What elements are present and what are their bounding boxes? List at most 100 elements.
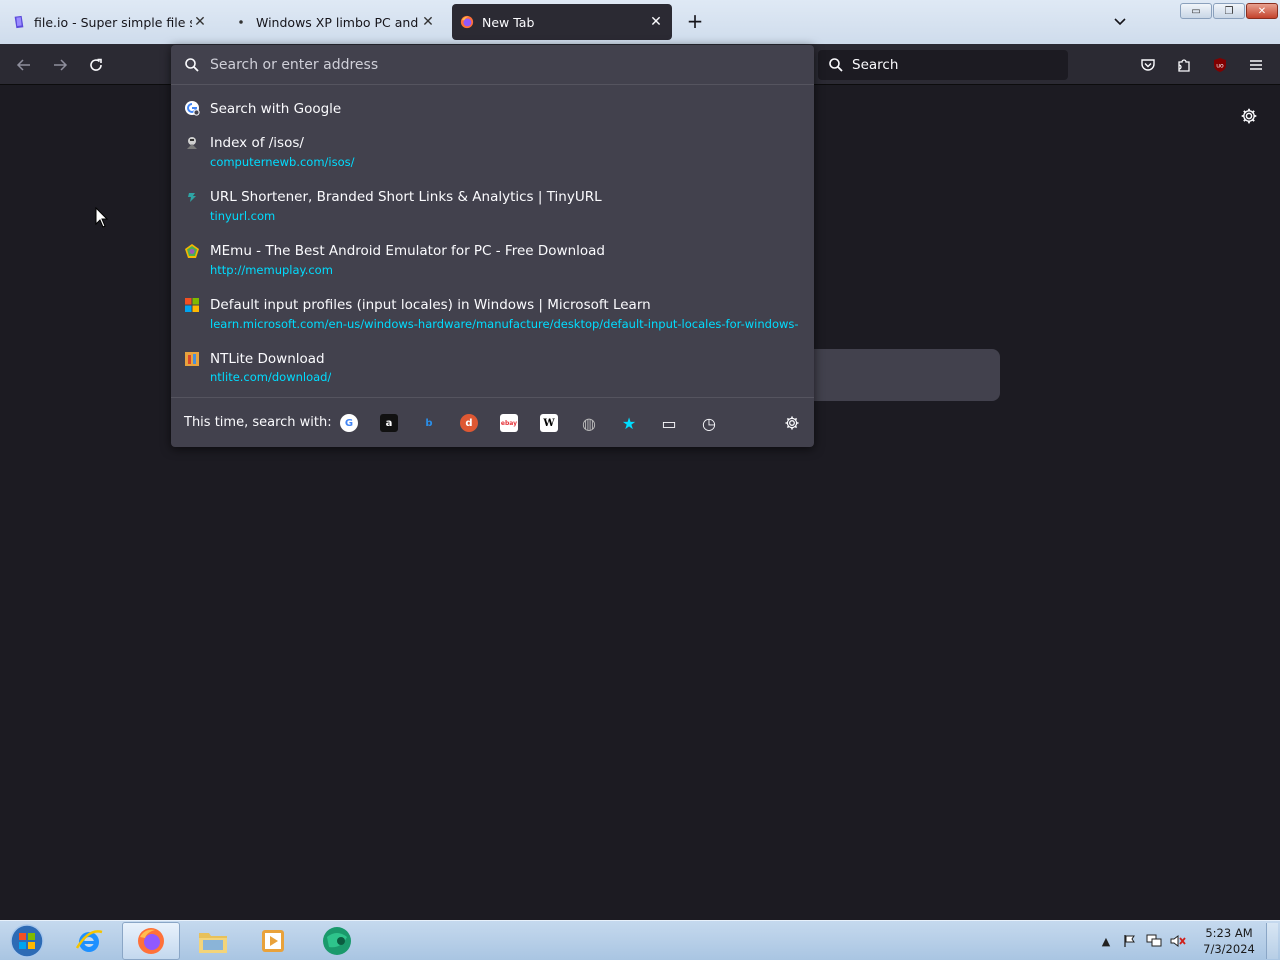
bookmarks-star-icon[interactable]: ★ bbox=[620, 413, 638, 433]
amazon-engine-glyph: a bbox=[385, 417, 393, 429]
address-bar-dropdown: Search or enter address Search with Goog… bbox=[171, 45, 814, 447]
clock-date: 7/3/2024 bbox=[1203, 942, 1255, 956]
urlbar-result[interactable]: MEmu - The Best Android Emulator for PC … bbox=[171, 237, 814, 289]
svg-text:uo: uo bbox=[1216, 63, 1224, 70]
tabs-icon[interactable]: ▭ bbox=[660, 413, 678, 433]
urlbar-result[interactable]: Index of /isos/ computernewb.com/isos/ bbox=[171, 129, 814, 181]
duckduckgo-engine-icon[interactable]: d bbox=[460, 414, 478, 432]
hamburger-menu-icon bbox=[1250, 60, 1262, 70]
result-url: tinyurl.com bbox=[210, 209, 276, 223]
duckduckgo-engine-glyph: d bbox=[465, 417, 473, 429]
google-icon bbox=[185, 101, 200, 116]
taskbar-file-explorer[interactable] bbox=[184, 922, 242, 960]
search-bar-label: Search bbox=[852, 57, 899, 73]
back-button[interactable] bbox=[11, 52, 37, 78]
urlbar-result[interactable]: Default input profiles (input locales) i… bbox=[171, 291, 814, 343]
action-center-flag-icon[interactable] bbox=[1122, 933, 1138, 949]
urlbar-result-search-google[interactable]: Search with Google bbox=[171, 89, 814, 127]
microsoft-icon bbox=[185, 298, 199, 312]
result-url: ntlite.com/download/ bbox=[210, 370, 332, 384]
site-icon bbox=[187, 137, 197, 149]
history-icon[interactable]: ◷ bbox=[700, 413, 718, 433]
puzzle-piece-icon bbox=[1178, 59, 1190, 72]
fileio-favicon-icon bbox=[14, 15, 24, 29]
extensions-button[interactable] bbox=[1171, 52, 1197, 78]
tab-title: file.io - Super simple file sharing bbox=[34, 14, 192, 30]
generic-engine-glyph: ◍ bbox=[582, 413, 596, 433]
firefox-favicon-icon bbox=[460, 15, 474, 29]
ublock-origin-button[interactable]: uo bbox=[1207, 52, 1233, 78]
page-search-box-edge[interactable] bbox=[814, 349, 1000, 401]
taskbar-firefox[interactable] bbox=[122, 922, 180, 960]
pocket-icon bbox=[1141, 59, 1155, 71]
tab-title: New Tab bbox=[482, 14, 535, 30]
search-bar[interactable]: Search bbox=[818, 50, 1068, 80]
page-settings-button[interactable] bbox=[1240, 107, 1258, 129]
forward-button[interactable] bbox=[47, 52, 73, 78]
wikipedia-engine-glyph: W bbox=[543, 417, 555, 429]
dot-favicon-icon bbox=[239, 20, 243, 24]
search-icon bbox=[185, 57, 199, 72]
network-icon[interactable] bbox=[1146, 933, 1162, 949]
volume-muted-icon[interactable] bbox=[1170, 933, 1186, 949]
result-title: Default input profiles (input locales) i… bbox=[210, 297, 651, 313]
tab-fileio[interactable]: file.io - Super simple file sharing ✕ bbox=[4, 4, 216, 40]
close-window-button[interactable]: ✕ bbox=[1246, 3, 1278, 19]
tab-close-icon[interactable]: ✕ bbox=[420, 14, 436, 30]
close-icon: ✕ bbox=[1257, 5, 1267, 17]
tinyurl-icon bbox=[188, 193, 196, 202]
bing-engine-glyph: b bbox=[425, 417, 433, 429]
result-title: NTLite Download bbox=[210, 351, 325, 367]
minimize-button[interactable]: ▭ bbox=[1180, 3, 1212, 19]
show-hidden-icons-button[interactable]: ▲ bbox=[1098, 933, 1114, 949]
generic-engine-icon[interactable]: ◍ bbox=[580, 413, 598, 433]
search-settings-button[interactable] bbox=[783, 414, 801, 432]
restore-button[interactable]: ❐ bbox=[1213, 3, 1245, 19]
back-arrow-icon bbox=[16, 59, 30, 71]
windows-orb-icon bbox=[10, 924, 44, 958]
pocket-button[interactable] bbox=[1135, 52, 1161, 78]
bookmarks-star-glyph: ★ bbox=[621, 413, 637, 433]
ebay-engine-icon[interactable]: ebay bbox=[500, 414, 518, 432]
address-input[interactable]: Search or enter address bbox=[171, 45, 814, 85]
google-engine-icon[interactable]: G bbox=[340, 414, 358, 432]
green-globe-icon bbox=[323, 927, 351, 955]
history-glyph: ◷ bbox=[702, 413, 716, 433]
mouse-cursor-icon bbox=[95, 207, 109, 228]
google-engine-glyph: G bbox=[344, 417, 354, 429]
urlbar-result[interactable]: NTLite Download ntlite.com/download/ bbox=[171, 345, 814, 397]
one-off-label: This time, search with: bbox=[184, 415, 332, 430]
list-all-tabs-chevron-icon[interactable] bbox=[1112, 14, 1128, 30]
clock-time: 5:23 AM bbox=[1205, 926, 1253, 940]
urlbar-result[interactable]: URL Shortener, Branded Short Links & Ana… bbox=[171, 183, 814, 235]
show-desktop-button[interactable] bbox=[1266, 923, 1278, 959]
wikipedia-engine-icon[interactable]: W bbox=[540, 414, 558, 432]
result-title: URL Shortener, Branded Short Links & Ana… bbox=[210, 189, 602, 205]
windows-taskbar: ▲ 5:23 AM 7/3/2024 bbox=[0, 920, 1280, 960]
address-placeholder: Search or enter address bbox=[210, 56, 379, 73]
taskbar-internet-explorer[interactable] bbox=[60, 922, 118, 960]
tab-bar: file.io - Super simple file sharing ✕ Wi… bbox=[0, 0, 1280, 44]
internet-explorer-icon bbox=[75, 930, 103, 952]
new-tab-button[interactable]: + bbox=[684, 10, 706, 34]
tab-title: Windows XP limbo PC and JSO bbox=[256, 14, 420, 30]
tab-close-icon[interactable]: ✕ bbox=[192, 14, 208, 30]
firefox-icon bbox=[138, 928, 164, 954]
ebay-engine-glyph: ebay bbox=[500, 419, 518, 427]
app-menu-button[interactable] bbox=[1243, 52, 1269, 78]
result-title: Search with Google bbox=[210, 101, 342, 117]
tab-new-tab[interactable]: New Tab ✕ bbox=[452, 4, 672, 40]
tab-windows-xp[interactable]: Windows XP limbo PC and JSO ✕ bbox=[226, 4, 444, 40]
bing-engine-icon[interactable]: b bbox=[420, 414, 438, 432]
taskbar-media-player[interactable] bbox=[244, 922, 302, 960]
start-button[interactable] bbox=[0, 922, 54, 960]
system-clock[interactable]: 5:23 AM 7/3/2024 bbox=[1196, 925, 1262, 957]
result-url: computernewb.com/isos/ bbox=[210, 155, 355, 169]
result-title: Index of /isos/ bbox=[210, 135, 304, 151]
amazon-engine-icon[interactable]: a bbox=[380, 414, 398, 432]
tab-close-icon[interactable]: ✕ bbox=[648, 14, 664, 30]
reload-button[interactable] bbox=[83, 52, 109, 78]
taskbar-app[interactable] bbox=[308, 922, 366, 960]
tabs-glyph: ▭ bbox=[661, 413, 677, 433]
media-player-icon bbox=[262, 930, 284, 952]
